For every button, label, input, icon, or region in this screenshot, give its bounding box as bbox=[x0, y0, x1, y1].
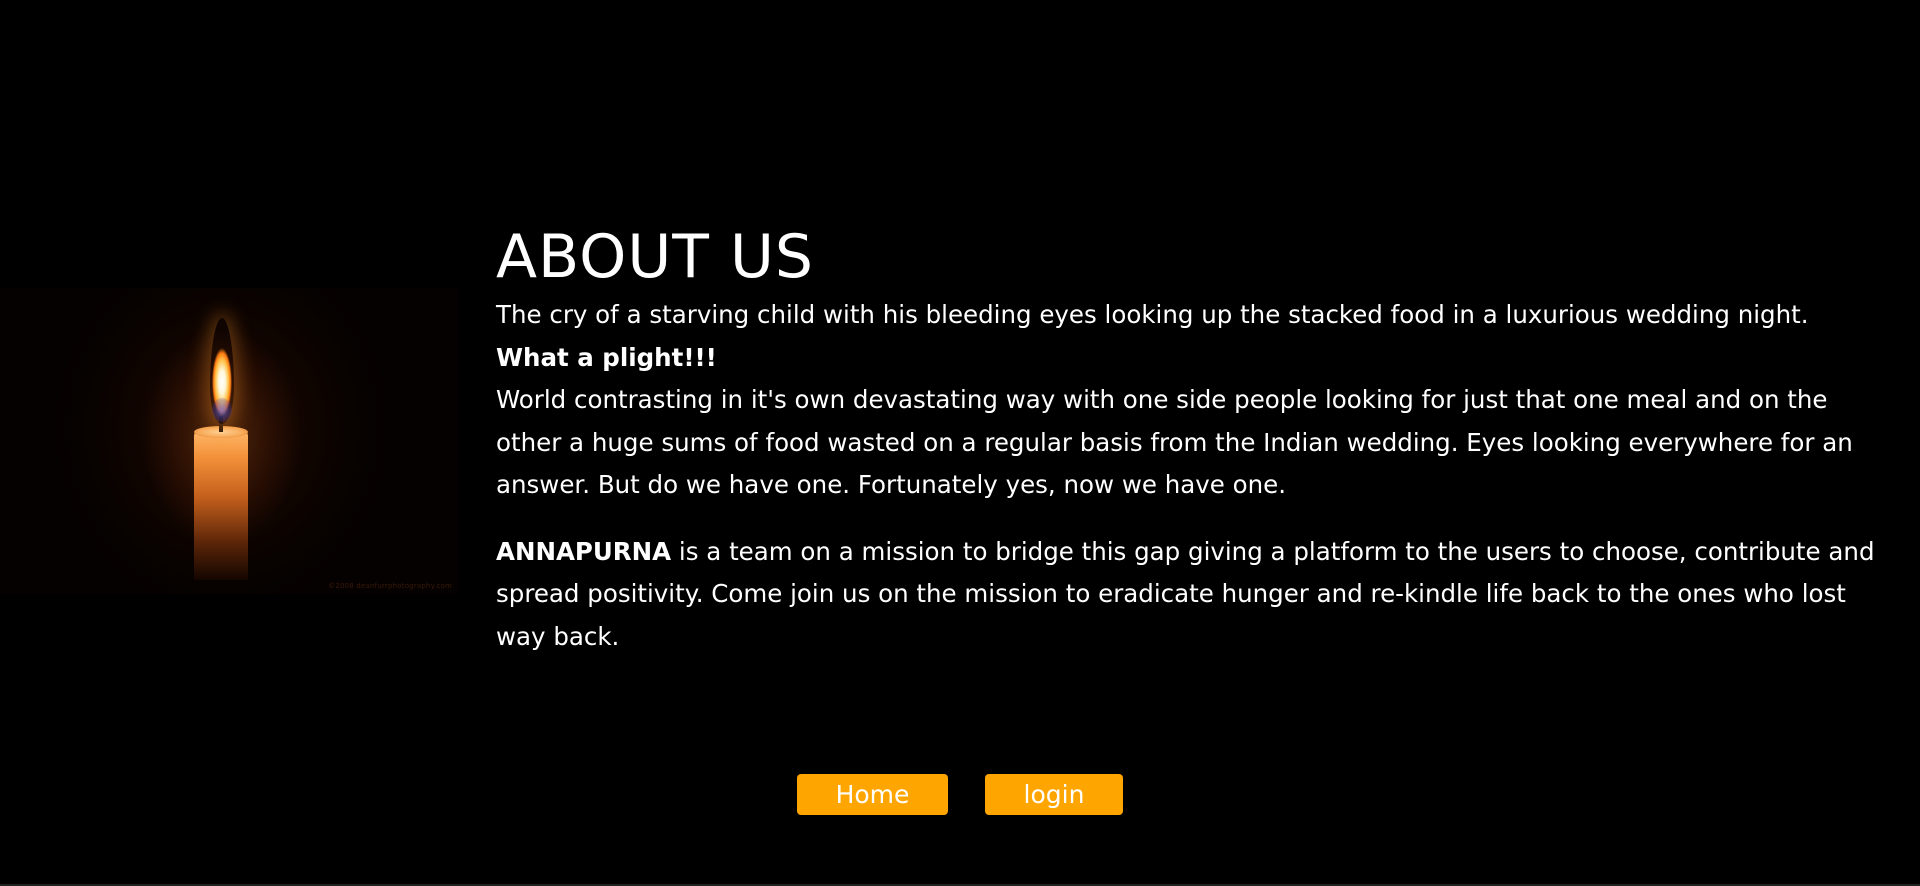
candle-image: ©2008 deanfurrphotography.com bbox=[0, 288, 458, 594]
mission-text: is a team on a mission to bridge this ga… bbox=[496, 536, 1875, 651]
brand-name: ANNAPURNA bbox=[496, 536, 672, 566]
page-title: ABOUT US bbox=[496, 222, 815, 292]
about-intro-paragraph: The cry of a starving child with his ble… bbox=[496, 294, 1896, 507]
image-watermark: ©2008 deanfurrphotography.com bbox=[328, 582, 452, 590]
about-page: ©2008 deanfurrphotography.com ABOUT US T… bbox=[0, 0, 1920, 886]
candle-flame-base bbox=[212, 398, 232, 422]
home-button[interactable]: Home bbox=[797, 774, 948, 815]
candle-body bbox=[194, 430, 248, 580]
intro-line: The cry of a starving child with his ble… bbox=[496, 300, 1809, 329]
mission-paragraph: ANNAPURNA is a team on a mission to brid… bbox=[496, 531, 1896, 659]
contrast-text: World contrasting in it's own devastatin… bbox=[496, 385, 1853, 499]
login-button[interactable]: login bbox=[985, 774, 1123, 815]
about-content: ABOUT US The cry of a starving child wit… bbox=[496, 222, 1896, 658]
plight-text: What a plight!!! bbox=[496, 342, 717, 372]
